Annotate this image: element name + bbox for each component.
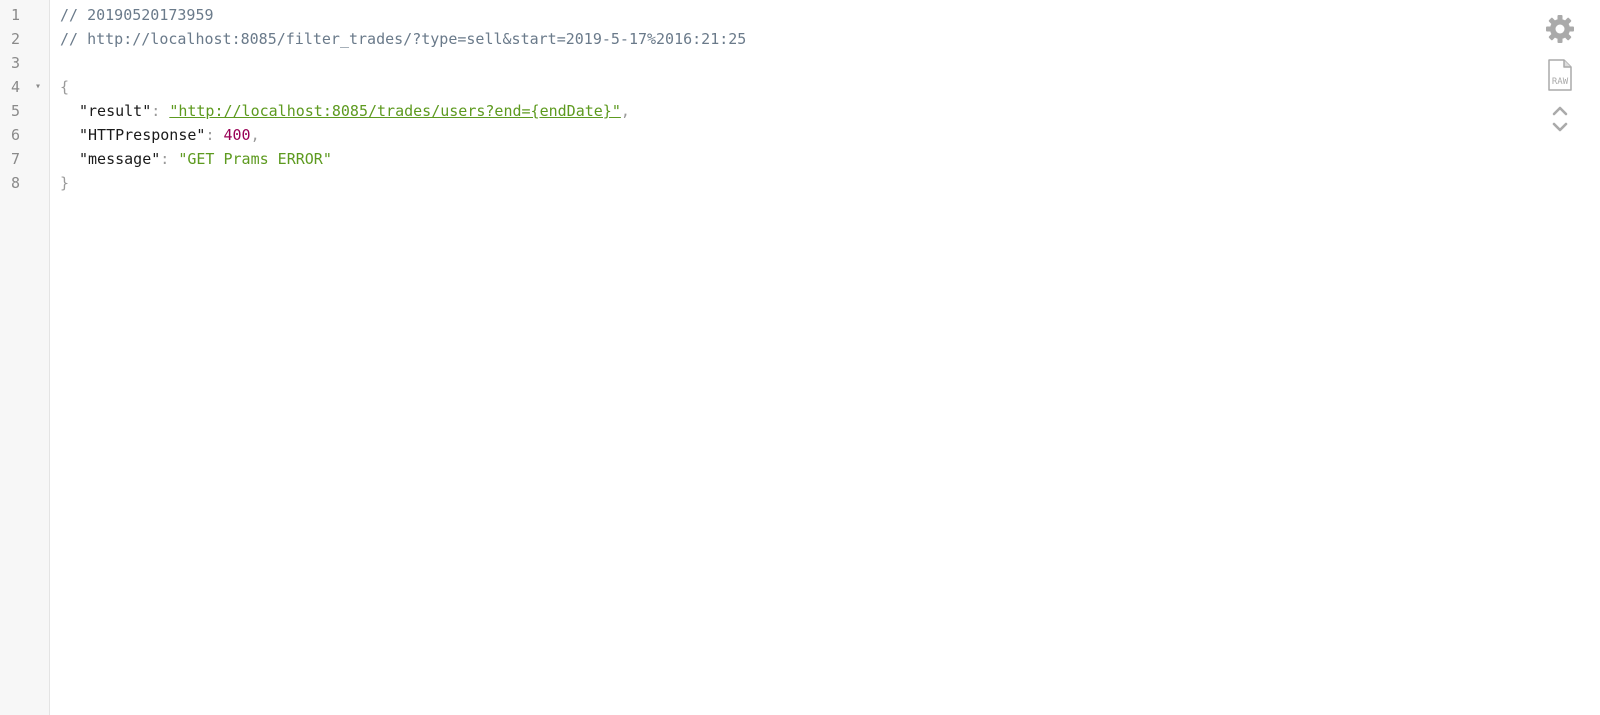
line-number: 5 bbox=[11, 102, 21, 120]
gutter-row-3: 3 bbox=[0, 51, 49, 75]
gutter-row-5: 5 bbox=[0, 99, 49, 123]
open-brace: { bbox=[60, 78, 70, 96]
json-number-value: 400 bbox=[223, 126, 251, 144]
line-number: 7 bbox=[11, 150, 21, 168]
json-entry-httpresponse: "HTTPresponse": 400, bbox=[60, 123, 260, 147]
raw-icon-label: RAW bbox=[1552, 77, 1569, 87]
chevron-up-icon[interactable] bbox=[1545, 102, 1575, 118]
json-comma: , bbox=[620, 102, 630, 120]
gear-icon[interactable] bbox=[1545, 14, 1575, 44]
json-viewer: 1 2 3 4 ▾ 5 6 7 8 // 20190520173959 // h… bbox=[0, 0, 1600, 715]
line-number: 1 bbox=[11, 6, 21, 24]
url-comment: // http://localhost:8085/filter_trades/?… bbox=[60, 30, 747, 48]
gutter-row-1: 1 bbox=[0, 3, 49, 27]
gutter-row-7: 7 bbox=[0, 147, 49, 171]
json-colon: : bbox=[160, 150, 179, 168]
line-number: 6 bbox=[11, 126, 21, 144]
gutter-row-2: 2 bbox=[0, 27, 49, 51]
json-comma: , bbox=[250, 126, 260, 144]
open-brace-line: { bbox=[60, 75, 69, 99]
line-number-gutter: 1 2 3 4 ▾ 5 6 7 8 bbox=[0, 0, 50, 715]
raw-file-icon[interactable]: RAW bbox=[1545, 58, 1575, 92]
gutter-row-8: 8 bbox=[0, 171, 49, 195]
fold-toggle-icon[interactable]: ▾ bbox=[35, 79, 41, 95]
json-colon: : bbox=[151, 102, 170, 120]
gutter-row-4: 4 ▾ bbox=[0, 75, 49, 99]
json-key: "result" bbox=[79, 102, 152, 120]
json-string-value: "GET Prams ERROR" bbox=[178, 150, 332, 168]
close-brace: } bbox=[60, 174, 70, 192]
json-colon: : bbox=[205, 126, 224, 144]
json-entry-message: "message": "GET Prams ERROR" bbox=[60, 147, 332, 171]
line-number: 2 bbox=[11, 30, 21, 48]
close-brace-line: } bbox=[60, 171, 69, 195]
json-key: "message" bbox=[79, 150, 161, 168]
chevron-down-icon[interactable] bbox=[1545, 120, 1575, 136]
line-number: 3 bbox=[11, 54, 21, 72]
result-url-link[interactable]: "http://localhost:8085/trades/users?end=… bbox=[169, 102, 621, 120]
timestamp-comment: // 20190520173959 bbox=[60, 6, 214, 24]
gutter-row-6: 6 bbox=[0, 123, 49, 147]
line-number: 8 bbox=[11, 174, 21, 192]
json-entry-result: "result": "http://localhost:8085/trades/… bbox=[60, 99, 630, 123]
json-key: "HTTPresponse" bbox=[79, 126, 206, 144]
line-number: 4 bbox=[11, 78, 21, 96]
